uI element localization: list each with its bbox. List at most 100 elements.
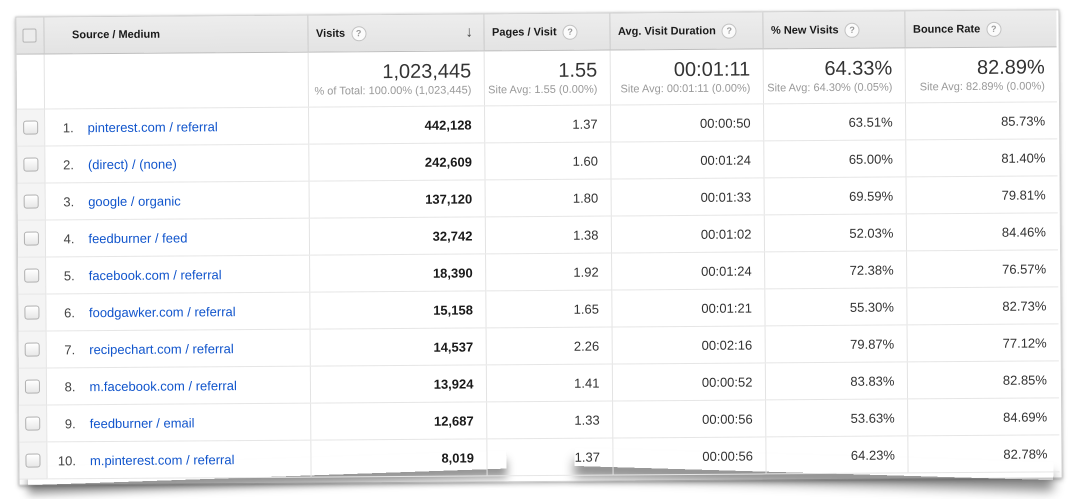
row-checkbox[interactable] — [23, 194, 38, 208]
select-all-checkbox[interactable] — [23, 29, 37, 43]
table-row: 10.m.pinterest.com / referral 8,019 1.37… — [19, 435, 1059, 479]
avg-visit-duration-cell: 00:00:56 — [612, 437, 765, 475]
summary-checkbox-cell — [17, 54, 44, 109]
pages-per-visit-cell: 1.80 — [485, 179, 611, 217]
source-medium-cell: 9.feedburner / email — [46, 403, 310, 442]
source-medium-table: Source / Medium Visits? ↓ Pages / Visit?… — [16, 10, 1059, 479]
percent-new-visits-cell: 63.51% — [763, 103, 905, 141]
bounce-rate-cell: 85.73% — [905, 102, 1057, 140]
bounce-rate-cell: 84.69% — [907, 398, 1059, 436]
row-rank: 3. — [54, 194, 74, 209]
row-rank: 7. — [55, 342, 75, 357]
summary-pages-cell: 1.55 Site Avg: 1.55 (0.00%) — [484, 50, 610, 106]
pages-per-visit-cell: 1.37 — [484, 105, 610, 143]
row-rank: 4. — [54, 231, 74, 246]
pages-per-visit-cell: 1.65 — [485, 290, 611, 328]
source-medium-link[interactable]: m.pinterest.com / referral — [90, 452, 235, 468]
summary-visits-cell: 1,023,445 % of Total: 100.00% (1,023,445… — [308, 51, 484, 107]
summary-new-visits-cell: 64.33% Site Avg: 64.30% (0.05%) — [763, 48, 905, 104]
help-icon[interactable]: ? — [722, 23, 737, 38]
summary-duration-cell: 00:01:11 Site Avg: 00:01:11 (0.00%) — [610, 49, 763, 105]
column-header-percent-new-visits[interactable]: % New Visits? — [762, 11, 904, 48]
bounce-rate-cell: 77.12% — [907, 324, 1059, 362]
summary-visits-note: % of Total: 100.00% (1,023,445) — [309, 83, 471, 98]
row-checkbox[interactable] — [24, 342, 39, 356]
source-medium-cell: 3. google / organic — [45, 181, 309, 220]
source-medium-link[interactable]: (direct) / (none) — [88, 156, 177, 172]
sort-desc-arrow-icon[interactable]: ↓ — [465, 24, 473, 41]
row-checkbox[interactable] — [24, 305, 39, 319]
source-medium-link[interactable]: m.facebook.com / referral — [89, 378, 236, 394]
row-checkbox[interactable] — [23, 120, 38, 134]
column-label: Avg. Visit Duration — [618, 25, 716, 38]
column-label: Pages / Visit — [492, 26, 557, 38]
column-header-pages-per-visit[interactable]: Pages / Visit? — [483, 14, 609, 51]
avg-visit-duration-cell: 00:01:21 — [611, 289, 764, 327]
row-checkbox[interactable] — [25, 379, 40, 393]
help-icon[interactable]: ? — [563, 24, 578, 39]
avg-visit-duration-cell: 00:00:56 — [612, 400, 765, 438]
source-medium-cell: 1. pinterest.com / referral — [44, 107, 308, 146]
source-medium-cell: 2.(direct) / (none) — [44, 144, 308, 183]
column-header-bounce-rate[interactable]: Bounce Rate? — [904, 10, 1056, 48]
row-checkbox-cell — [19, 405, 46, 442]
row-checkbox-cell — [18, 220, 45, 257]
percent-new-visits-cell: 53.63% — [765, 399, 907, 437]
source-medium-link[interactable]: feedburner / feed — [88, 230, 187, 246]
visits-cell: 18,390 — [309, 254, 485, 292]
summary-new-visits-note: Site Avg: 64.30% (0.05%) — [764, 80, 892, 95]
source-medium-link[interactable]: google / organic — [88, 193, 181, 209]
summary-duration-note: Site Avg: 00:01:11 (0.00%) — [611, 81, 750, 96]
source-medium-link[interactable]: foodgawker.com / referral — [89, 304, 236, 320]
pages-per-visit-cell: 1.41 — [486, 364, 612, 402]
percent-new-visits-cell: 65.00% — [763, 140, 905, 178]
pages-per-visit-cell: 1.92 — [485, 253, 611, 291]
summary-row: 1,023,445 % of Total: 100.00% (1,023,445… — [17, 47, 1057, 109]
summary-pages-note: Site Avg: 1.55 (0.00%) — [485, 82, 597, 97]
analytics-table-screenshot: Source / Medium Visits? ↓ Pages / Visit?… — [0, 0, 1075, 499]
source-medium-link[interactable]: feedburner / email — [90, 415, 195, 431]
row-checkbox[interactable] — [23, 157, 38, 171]
source-medium-link[interactable]: facebook.com / referral — [89, 267, 222, 283]
bounce-rate-cell: 82.73% — [906, 287, 1058, 325]
source-medium-cell: 7. recipechart.com / referral — [46, 329, 310, 368]
percent-new-visits-cell: 83.83% — [765, 362, 907, 400]
row-checkbox-cell — [18, 257, 45, 294]
source-medium-link[interactable]: recipechart.com / referral — [89, 341, 234, 357]
help-icon[interactable]: ? — [986, 21, 1001, 36]
summary-pages-value: 1.55 — [485, 59, 597, 82]
visits-cell: 32,742 — [309, 217, 485, 255]
row-checkbox[interactable] — [25, 416, 40, 430]
column-header-visits[interactable]: Visits? ↓ — [307, 14, 483, 52]
visits-cell: 15,158 — [309, 291, 485, 329]
avg-visit-duration-cell: 00:01:24 — [611, 252, 764, 290]
avg-visit-duration-cell: 00:01:33 — [611, 178, 764, 216]
bounce-rate-cell: 82.85% — [907, 361, 1059, 399]
row-checkbox[interactable] — [25, 453, 40, 467]
row-checkbox-cell — [17, 146, 44, 183]
help-icon[interactable]: ? — [351, 26, 366, 41]
column-label: Bounce Rate — [913, 23, 980, 35]
percent-new-visits-cell: 69.59% — [764, 177, 906, 215]
pages-per-visit-cell: 1.33 — [486, 401, 612, 439]
help-icon[interactable]: ? — [845, 22, 860, 37]
row-checkbox-cell — [19, 331, 46, 368]
avg-visit-duration-cell: 00:00:52 — [612, 363, 765, 401]
pages-per-visit-cell: 1.38 — [485, 216, 611, 254]
row-checkbox[interactable] — [24, 231, 39, 245]
source-medium-cell: 6.foodgawker.com / referral — [45, 292, 309, 331]
row-rank: 1. — [54, 120, 74, 135]
bounce-rate-cell: 84.46% — [906, 213, 1058, 251]
column-header-source-medium[interactable]: Source / Medium — [43, 16, 307, 54]
column-header-avg-visit-duration[interactable]: Avg. Visit Duration? — [609, 12, 762, 50]
row-rank: 10. — [56, 453, 76, 468]
row-checkbox[interactable] — [24, 268, 39, 282]
bounce-rate-cell: 76.57% — [906, 250, 1058, 288]
source-medium-link[interactable]: pinterest.com / referral — [88, 119, 218, 135]
source-medium-cell: 5.facebook.com / referral — [45, 255, 309, 294]
percent-new-visits-cell: 79.87% — [765, 325, 907, 363]
avg-visit-duration-cell: 00:01:24 — [610, 141, 763, 179]
summary-visits-value: 1,023,445 — [309, 60, 471, 83]
visits-cell: 14,537 — [310, 328, 486, 366]
row-checkbox-cell — [19, 368, 46, 405]
